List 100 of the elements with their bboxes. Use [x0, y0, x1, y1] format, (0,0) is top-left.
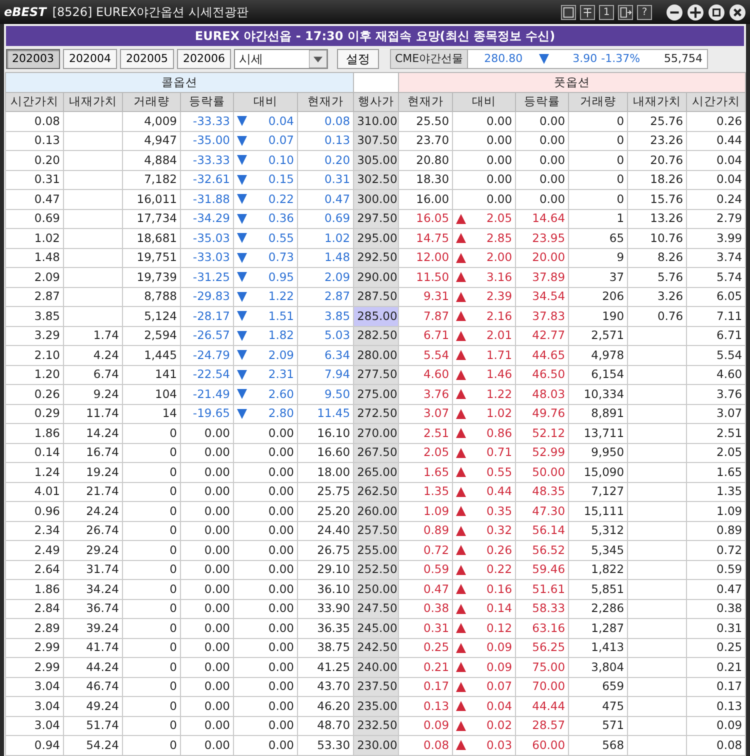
view-dropdown[interactable]: 시세	[234, 49, 328, 69]
strike-price[interactable]: 310.00	[354, 112, 399, 131]
up-triangle-icon	[456, 330, 466, 341]
table-cell: 141	[122, 365, 180, 384]
table-cell: 44.24	[64, 658, 122, 677]
strike-price[interactable]: 247.50	[354, 599, 399, 618]
toolbar-button[interactable]: 1	[599, 4, 614, 20]
toolbar-button[interactable]: ?	[637, 4, 652, 20]
table-cell: 0	[122, 580, 180, 599]
change-value: 0.00	[268, 736, 294, 754]
column-header: 내재가치	[64, 92, 122, 112]
table-cell: 48.35	[516, 482, 569, 502]
table-cell: 0	[122, 540, 180, 560]
table-cell: 3.74	[686, 248, 746, 268]
down-triangle-icon	[237, 330, 247, 341]
strike-price[interactable]: 305.00	[354, 150, 399, 170]
window-icon[interactable]	[561, 4, 576, 20]
strike-price[interactable]: 275.00	[354, 384, 399, 404]
table-cell: -22.54	[180, 365, 234, 384]
up-triangle-icon	[456, 564, 466, 575]
table-cell: 2.64	[6, 560, 64, 580]
strike-price[interactable]: 230.00	[354, 736, 399, 755]
strike-price[interactable]: 307.50	[354, 131, 399, 150]
column-header: 등락률	[180, 92, 234, 112]
strike-price[interactable]: 287.50	[354, 287, 399, 306]
table-cell: -34.29	[180, 209, 234, 228]
strike-price[interactable]: 302.50	[354, 170, 399, 190]
table-cell: 52.12	[516, 424, 569, 443]
table-cell: 16.60	[298, 443, 354, 462]
table-cell: 0.72	[398, 540, 453, 560]
strike-price[interactable]: 265.00	[354, 462, 399, 482]
strike-price[interactable]: 282.50	[354, 326, 399, 346]
table-cell: 51.61	[516, 580, 569, 599]
table-cell: 49.24	[64, 696, 122, 716]
strike-price[interactable]: 250.00	[354, 580, 399, 599]
put-options-header: 풋옵션	[398, 72, 746, 92]
strike-price[interactable]: 240.00	[354, 658, 399, 677]
strike-price[interactable]: 262.50	[354, 482, 399, 502]
month-tab[interactable]: 202003	[6, 49, 60, 69]
strike-price[interactable]: 260.00	[354, 502, 399, 521]
strike-price[interactable]: 300.00	[354, 190, 399, 209]
month-tab[interactable]: 202004	[63, 49, 117, 69]
up-triangle-icon	[456, 448, 466, 458]
strike-price[interactable]: 232.50	[354, 716, 399, 736]
strike-price[interactable]: 295.00	[354, 228, 399, 248]
strike-price[interactable]: 285.00	[354, 306, 399, 326]
strike-price[interactable]: 292.50	[354, 248, 399, 268]
change-value: 0.22	[486, 561, 512, 578]
table-cell: 0.25	[686, 638, 746, 658]
strike-price[interactable]: 242.50	[354, 638, 399, 658]
table-cell: 28.57	[516, 716, 569, 736]
strike-price[interactable]: 277.50	[354, 365, 399, 384]
export-icon[interactable]	[618, 4, 633, 20]
minimize-icon[interactable]	[666, 4, 683, 20]
table-cell: 3.07	[398, 404, 453, 424]
table-cell: 56.14	[516, 521, 569, 540]
table-cell: 0.96	[6, 502, 64, 521]
table-cell: 0	[122, 599, 180, 618]
change-value: 0.09	[486, 639, 512, 656]
table-cell: 0.24	[686, 190, 746, 209]
strike-price[interactable]: 235.00	[354, 696, 399, 716]
table-cell: 43.70	[298, 677, 354, 696]
table-cell: 4,009	[122, 112, 180, 131]
change-value: 2.09	[268, 346, 294, 364]
move-icon[interactable]	[687, 4, 704, 20]
strike-price[interactable]: 280.00	[354, 346, 399, 365]
table-cell: 13,711	[568, 424, 628, 443]
strike-price[interactable]: 270.00	[354, 424, 399, 443]
table-cell: 29.24	[64, 540, 122, 560]
change-value: 0.00	[268, 444, 294, 462]
table-cell: 36.35	[298, 618, 354, 638]
strike-price[interactable]: 257.50	[354, 521, 399, 540]
month-tab[interactable]: 202006	[177, 49, 231, 69]
table-cell: 23.95	[516, 228, 569, 248]
strike-price[interactable]: 245.00	[354, 618, 399, 638]
up-triangle-icon	[456, 740, 466, 750]
table-cell: 9.50	[298, 384, 354, 404]
strike-price[interactable]: 267.50	[354, 443, 399, 462]
table-cell: 34.54	[516, 287, 569, 306]
table-cell: -33.03	[180, 248, 234, 268]
change-value: 1.46	[486, 366, 512, 384]
settings-button[interactable]: 설정	[337, 49, 379, 69]
close-icon[interactable]	[729, 4, 746, 20]
strike-price[interactable]: 237.50	[354, 677, 399, 696]
strike-price[interactable]: 290.00	[354, 268, 399, 287]
strike-price[interactable]: 272.50	[354, 404, 399, 424]
strike-price[interactable]: 297.50	[354, 209, 399, 228]
restore-icon[interactable]	[708, 4, 725, 20]
table-cell: 4.60	[686, 365, 746, 384]
strike-price[interactable]: 252.50	[354, 560, 399, 580]
table-cell: 3.85	[298, 306, 354, 326]
column-header: 거래량	[568, 92, 628, 112]
up-triangle-icon	[456, 720, 466, 731]
table-cell: 104	[122, 384, 180, 404]
table-cell: 56.52	[516, 540, 569, 560]
table-cell: 190	[568, 306, 628, 326]
table-cell: 0.08	[686, 736, 746, 755]
table-cell: 5,345	[568, 540, 628, 560]
month-tab[interactable]: 202005	[120, 49, 174, 69]
strike-price[interactable]: 255.00	[354, 540, 399, 560]
